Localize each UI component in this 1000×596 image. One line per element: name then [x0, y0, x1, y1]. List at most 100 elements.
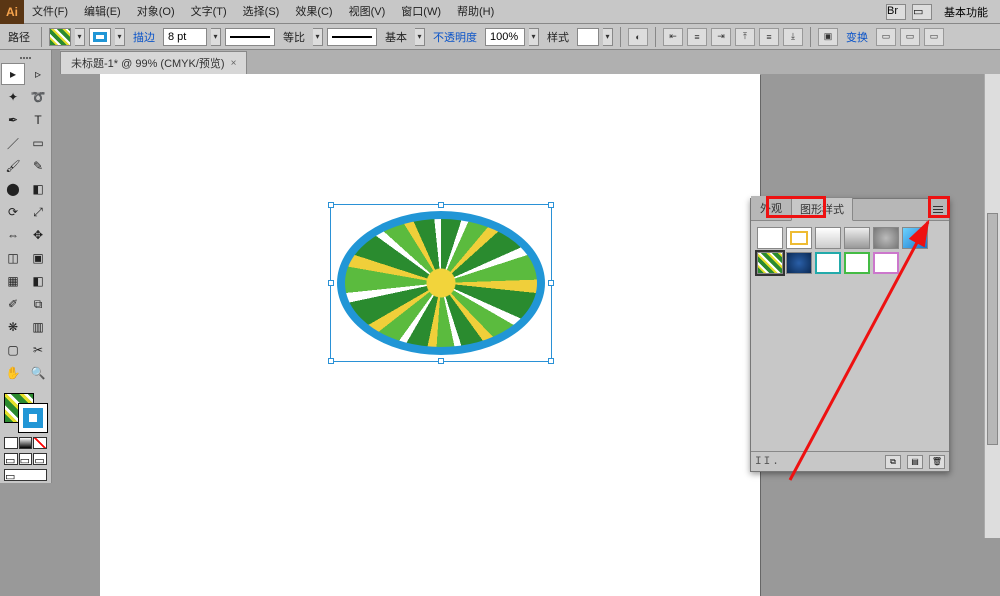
artboard[interactable]	[100, 74, 760, 596]
transform-x-icon[interactable]: ▭	[876, 28, 896, 46]
mesh-tool[interactable]: ▦	[1, 270, 25, 292]
tab-close-icon[interactable]: ×	[231, 58, 237, 69]
style-thumb-deep-blue[interactable]	[786, 252, 812, 274]
transform-y-icon[interactable]: ▭	[900, 28, 920, 46]
selection-tool[interactable]: ▸	[1, 63, 25, 85]
fill-swatch[interactable]	[49, 28, 71, 46]
tab-appearance[interactable]: 外观	[751, 196, 791, 220]
scale-tool[interactable]: ⤢	[26, 201, 50, 223]
menu-effect[interactable]: 效果(C)	[287, 0, 340, 24]
hand-tool[interactable]: ✋	[1, 362, 25, 384]
style-thumb-green-border[interactable]	[844, 252, 870, 274]
style-swatch[interactable]	[577, 28, 599, 46]
blend-tool[interactable]: ⧉	[26, 293, 50, 315]
none-mode-icon[interactable]	[33, 437, 47, 449]
workspace-switcher[interactable]: 基本功能	[938, 4, 994, 20]
menu-help[interactable]: 帮助(H)	[449, 0, 502, 24]
handle-ne[interactable]	[548, 202, 554, 208]
panel-footer-left-icon[interactable]: II.	[755, 456, 781, 468]
pencil-tool[interactable]: ✎	[26, 155, 50, 177]
transform-w-icon[interactable]: ▭	[924, 28, 944, 46]
bridge-button[interactable]: Br	[886, 4, 906, 20]
handle-nw[interactable]	[328, 202, 334, 208]
align-top-icon[interactable]: ⤒	[735, 28, 755, 46]
fill-dropdown[interactable]	[75, 28, 85, 46]
handle-sw[interactable]	[328, 358, 334, 364]
align-center-v-icon[interactable]: ≡	[759, 28, 779, 46]
menu-view[interactable]: 视图(V)	[341, 0, 394, 24]
opacity-link[interactable]: 不透明度	[429, 29, 481, 45]
menu-file[interactable]: 文件(F)	[24, 0, 76, 24]
menu-type[interactable]: 文字(T)	[183, 0, 235, 24]
pen-tool[interactable]: ✒	[1, 109, 25, 131]
transform-link[interactable]: 变换	[842, 29, 872, 45]
line-tool[interactable]: ／	[1, 132, 25, 154]
style-dropdown[interactable]	[603, 28, 613, 46]
selection-bounding-box[interactable]	[330, 204, 552, 362]
align-bottom-icon[interactable]: ⤓	[783, 28, 803, 46]
menu-select[interactable]: 选择(S)	[235, 0, 288, 24]
style-thumb-teal-border[interactable]	[815, 252, 841, 274]
style-thumb-shadow[interactable]	[844, 227, 870, 249]
align-center-h-icon[interactable]: ≡	[687, 28, 707, 46]
brush-field[interactable]	[327, 28, 377, 46]
stroke-link[interactable]: 描边	[129, 29, 159, 45]
stroke-swatch[interactable]	[89, 28, 111, 46]
style-thumb-soft[interactable]	[815, 227, 841, 249]
free-transform-tool[interactable]: ✥	[26, 224, 50, 246]
stroke-preview[interactable]	[18, 403, 48, 433]
width-tool[interactable]: ⇔	[1, 224, 25, 246]
stroke-weight-field[interactable]: 8 pt	[163, 28, 207, 46]
handle-w[interactable]	[328, 280, 334, 286]
opacity-field[interactable]: 100%	[485, 28, 525, 46]
color-mode-icon[interactable]	[4, 437, 18, 449]
panel-menu-icon[interactable]	[929, 201, 947, 217]
recolor-icon[interactable]: ◐	[628, 28, 648, 46]
break-link-icon[interactable]: ⧉	[885, 455, 901, 469]
variable-width-field[interactable]	[225, 28, 275, 46]
opacity-dropdown[interactable]	[529, 28, 539, 46]
arrange-button[interactable]: ▭	[912, 4, 932, 20]
menu-object[interactable]: 对象(O)	[129, 0, 183, 24]
rotate-tool[interactable]: ⟳	[1, 201, 25, 223]
column-graph-tool[interactable]: ▥	[26, 316, 50, 338]
draw-behind-icon[interactable]: ▭	[19, 453, 33, 465]
toolbox-grip[interactable]	[0, 54, 51, 62]
eyedropper-tool[interactable]: ✐	[1, 293, 25, 315]
type-tool[interactable]: T	[26, 109, 50, 131]
new-style-icon[interactable]: ▤	[907, 455, 923, 469]
align-right-icon[interactable]: ⇥	[711, 28, 731, 46]
delete-style-icon[interactable]: 🗑	[929, 455, 945, 469]
shape-builder-tool[interactable]: ◫	[1, 247, 25, 269]
lasso-tool[interactable]: ➰	[26, 86, 50, 108]
rectangle-tool[interactable]: ▭	[26, 132, 50, 154]
gradient-tool[interactable]: ◧	[26, 270, 50, 292]
document-tab[interactable]: 未标题-1* @ 99% (CMYK/预览) ×	[60, 51, 247, 74]
style-thumb-pink-border[interactable]	[873, 252, 899, 274]
style-thumb-frame[interactable]	[786, 227, 812, 249]
draw-normal-icon[interactable]: ▭	[4, 453, 18, 465]
style-thumb-default[interactable]	[757, 227, 783, 249]
handle-e[interactable]	[548, 280, 554, 286]
symbol-sprayer-tool[interactable]: ❋	[1, 316, 25, 338]
perspective-tool[interactable]: ▣	[26, 247, 50, 269]
handle-s[interactable]	[438, 358, 444, 364]
graphic-styles-panel[interactable]: 外观 图形样式 II. ⧉ ▤ 🗑	[750, 198, 950, 472]
paintbrush-tool[interactable]: 🖌	[1, 155, 25, 177]
align-left-icon[interactable]: ⇤	[663, 28, 683, 46]
stroke-weight-dropdown[interactable]	[211, 28, 221, 46]
variable-width-dropdown[interactable]	[313, 28, 323, 46]
scroll-thumb[interactable]	[987, 213, 998, 445]
style-thumb-blue-gradient[interactable]	[902, 227, 928, 249]
stroke-dropdown[interactable]	[115, 28, 125, 46]
tab-graphic-styles[interactable]: 图形样式	[791, 197, 853, 221]
eraser-tool[interactable]: ◧	[26, 178, 50, 200]
menu-edit[interactable]: 编辑(E)	[76, 0, 129, 24]
direct-selection-tool[interactable]: ▹	[26, 63, 50, 85]
screen-mode-icon[interactable]: ▭	[4, 469, 47, 481]
magic-wand-tool[interactable]: ✦	[1, 86, 25, 108]
gradient-mode-icon[interactable]	[19, 437, 33, 449]
blob-brush-tool[interactable]: ⬤	[1, 178, 25, 200]
style-thumb-sphere[interactable]	[873, 227, 899, 249]
fill-stroke-preview[interactable]: ▭ ▭ ▭ ▭	[0, 391, 51, 483]
